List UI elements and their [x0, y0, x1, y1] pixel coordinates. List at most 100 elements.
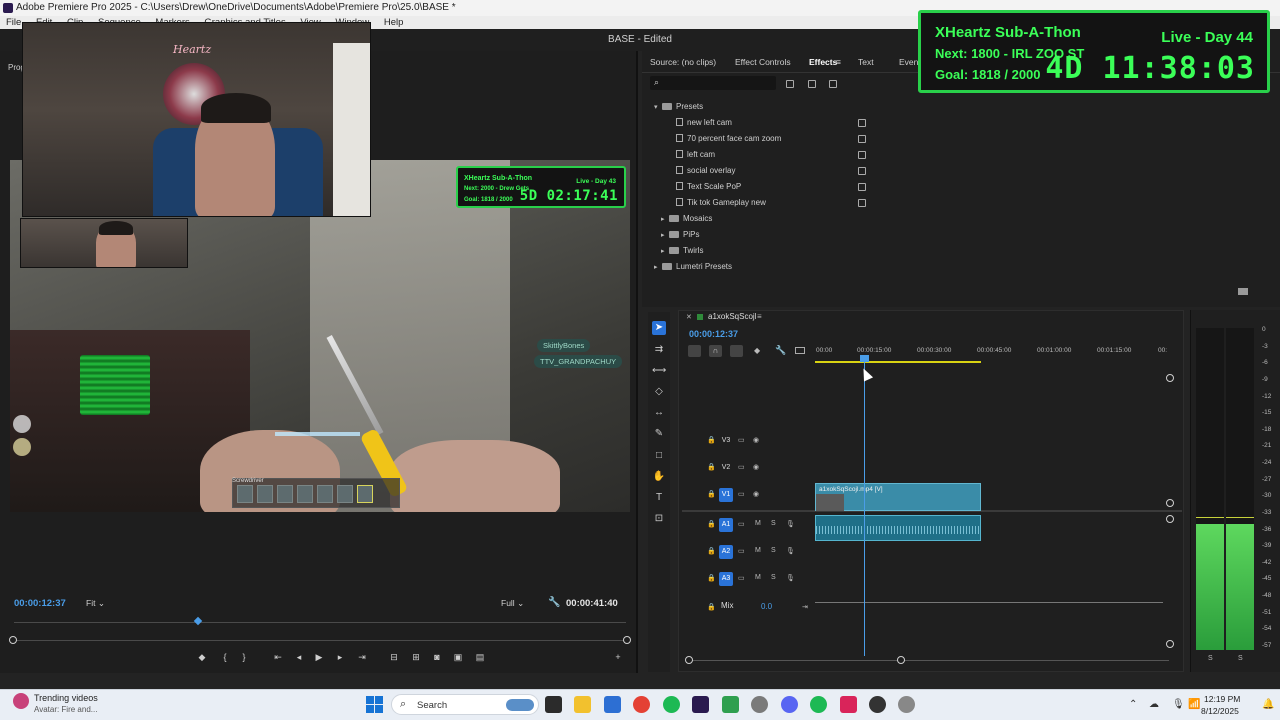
tree-presets[interactable]: ▾ Presets [654, 101, 703, 113]
lock-icon[interactable]: 🔒 [707, 603, 716, 611]
timeline-h-scroll[interactable] [689, 660, 1169, 661]
scrub-end-handle[interactable] [623, 636, 631, 644]
track-select-tool-icon[interactable]: ⇉ [652, 343, 666, 357]
tab-effect-controls[interactable]: Effect Controls [735, 57, 791, 67]
sequence-menu-icon[interactable]: ≡ [757, 312, 762, 321]
proxy-toggle-icon[interactable]: ▤ [474, 651, 486, 663]
solo-button[interactable]: S [771, 574, 776, 581]
h-scroll-end-handle[interactable] [897, 656, 905, 664]
extract-icon[interactable]: ⊞ [410, 651, 422, 663]
news-widget-title[interactable]: Trending videos [34, 693, 98, 703]
program-zoom-bar[interactable] [14, 622, 626, 623]
playhead-handle[interactable] [860, 355, 869, 362]
menu-help[interactable]: Help [384, 17, 404, 28]
yuv-effects-icon[interactable] [829, 80, 837, 88]
sync-lock-icon[interactable]: ▭ [738, 490, 745, 498]
lock-icon[interactable]: 🔒 [707, 436, 716, 444]
preset-item[interactable]: Text Scale PoP [676, 181, 741, 193]
play-icon[interactable]: ▶ [313, 651, 325, 663]
taskbar-date[interactable]: 8/12/2025 [1201, 706, 1239, 716]
spotify-icon[interactable] [663, 696, 680, 713]
eye-icon[interactable]: ◉ [753, 463, 759, 471]
work-area-bar[interactable] [815, 361, 981, 363]
go-to-end-icon[interactable]: ⇥ [802, 603, 808, 611]
sync-lock-icon[interactable]: ▭ [738, 436, 745, 444]
file-explorer-icon[interactable] [574, 696, 591, 713]
lock-icon[interactable]: 🔒 [707, 547, 716, 555]
news-widget-icon[interactable] [13, 693, 29, 709]
sync-lock-icon[interactable]: ▭ [738, 520, 745, 528]
tab-effects[interactable]: Effects [809, 57, 837, 67]
fit-select[interactable]: Fit ⌄ [86, 598, 105, 609]
timeline-timecode[interactable]: 00:00:12:37 [689, 329, 738, 339]
scrub-start-handle[interactable] [9, 636, 17, 644]
32bit-effects-icon[interactable] [808, 80, 816, 88]
slip-tool-icon[interactable]: ↔ [652, 406, 666, 420]
lock-icon[interactable]: 🔒 [707, 520, 716, 528]
a-scroll-handle[interactable] [1166, 515, 1174, 523]
mute-button[interactable]: M [755, 520, 761, 527]
taskbar-time[interactable]: 12:19 PM [1204, 694, 1240, 704]
ripple-edit-tool-icon[interactable]: ⟷ [652, 364, 666, 378]
preset-item[interactable]: 70 percent face cam zoom [676, 133, 781, 145]
sync-lock-icon[interactable]: ▭ [738, 463, 745, 471]
mark-out-icon[interactable]: } [238, 651, 250, 663]
solo-button[interactable]: S [771, 520, 776, 527]
store-icon[interactable] [604, 696, 621, 713]
settings-gear-icon[interactable] [751, 696, 768, 713]
rectangle-tool-icon[interactable]: □ [652, 449, 666, 463]
mic-tray-icon[interactable]: 🎙 [1172, 699, 1185, 710]
notifications-icon[interactable]: 🔔 [1262, 699, 1274, 710]
track-label[interactable]: V3 [719, 434, 733, 448]
mix-volume-line[interactable] [815, 602, 1163, 603]
mic-icon[interactable]: 🎙 [786, 520, 795, 528]
mute-button[interactable]: M [755, 547, 761, 554]
tab-menu-icon[interactable]: ≡ [836, 57, 841, 67]
lock-icon[interactable]: 🔒 [707, 574, 716, 582]
meter-solo-right[interactable]: S [1238, 655, 1243, 662]
selection-tool-icon[interactable]: ➤ [652, 321, 666, 335]
discord-icon[interactable] [781, 696, 798, 713]
preset-item[interactable]: Tik tok Gameplay new [676, 197, 766, 209]
preset-item[interactable]: left cam [676, 149, 715, 161]
snap-magnet-icon[interactable]: ∩ [709, 345, 722, 357]
nest-toggle-icon[interactable] [688, 345, 701, 357]
generative-extend-tool-icon[interactable]: ⊡ [652, 512, 666, 526]
program-scrub-bar[interactable] [14, 640, 626, 641]
task-view-icon[interactable] [545, 696, 562, 713]
lock-icon[interactable]: 🔒 [707, 490, 716, 498]
button-editor-icon[interactable]: + [612, 651, 624, 663]
menu-file[interactable]: File [6, 17, 21, 28]
spotify-2-icon[interactable] [810, 696, 827, 713]
sequence-tab-name[interactable]: a1xokSqScojl [708, 312, 756, 321]
tray-overflow-icon[interactable]: ⌃ [1129, 699, 1137, 710]
track-label[interactable]: A1 [719, 518, 733, 532]
eye-icon[interactable]: ◉ [753, 436, 759, 444]
timeline-playhead[interactable] [864, 356, 865, 656]
mark-in-icon[interactable]: { [219, 651, 231, 663]
premiere-taskbar-icon[interactable] [692, 696, 709, 713]
preset-item[interactable]: new left cam [676, 117, 732, 129]
step-forward-icon[interactable]: ▸ [334, 651, 346, 663]
mute-button[interactable]: M [755, 574, 761, 581]
track-label[interactable]: A2 [719, 545, 733, 559]
program-timecode-current[interactable]: 00:00:12:37 [14, 598, 66, 609]
tree-lumetri-presets[interactable]: ▸ Lumetri Presets [654, 261, 732, 273]
preset-item[interactable]: social overlay [676, 165, 735, 177]
eye-icon[interactable]: ◉ [753, 490, 759, 498]
type-tool-icon[interactable]: T [652, 491, 666, 505]
audio-clip[interactable] [815, 515, 981, 541]
app-icon[interactable] [898, 696, 915, 713]
obs-icon[interactable] [869, 696, 886, 713]
cloud-icon[interactable]: ☁ [1149, 699, 1159, 710]
track-label[interactable]: A3 [719, 572, 733, 586]
chrome-icon[interactable] [633, 696, 650, 713]
close-tab-icon[interactable]: ✕ [686, 313, 692, 321]
tree-pips[interactable]: ▸ PiPs [661, 229, 699, 241]
effects-search-input[interactable]: ⌕ [650, 76, 776, 90]
timeline-settings-wrench-icon[interactable]: 🔧 [775, 345, 786, 356]
tab-source[interactable]: Source: (no clips) [650, 57, 716, 67]
wifi-icon[interactable]: 📶 [1188, 699, 1200, 710]
mix-value[interactable]: 0.0 [761, 602, 772, 611]
hand-tool-icon[interactable]: ✋ [652, 470, 666, 484]
